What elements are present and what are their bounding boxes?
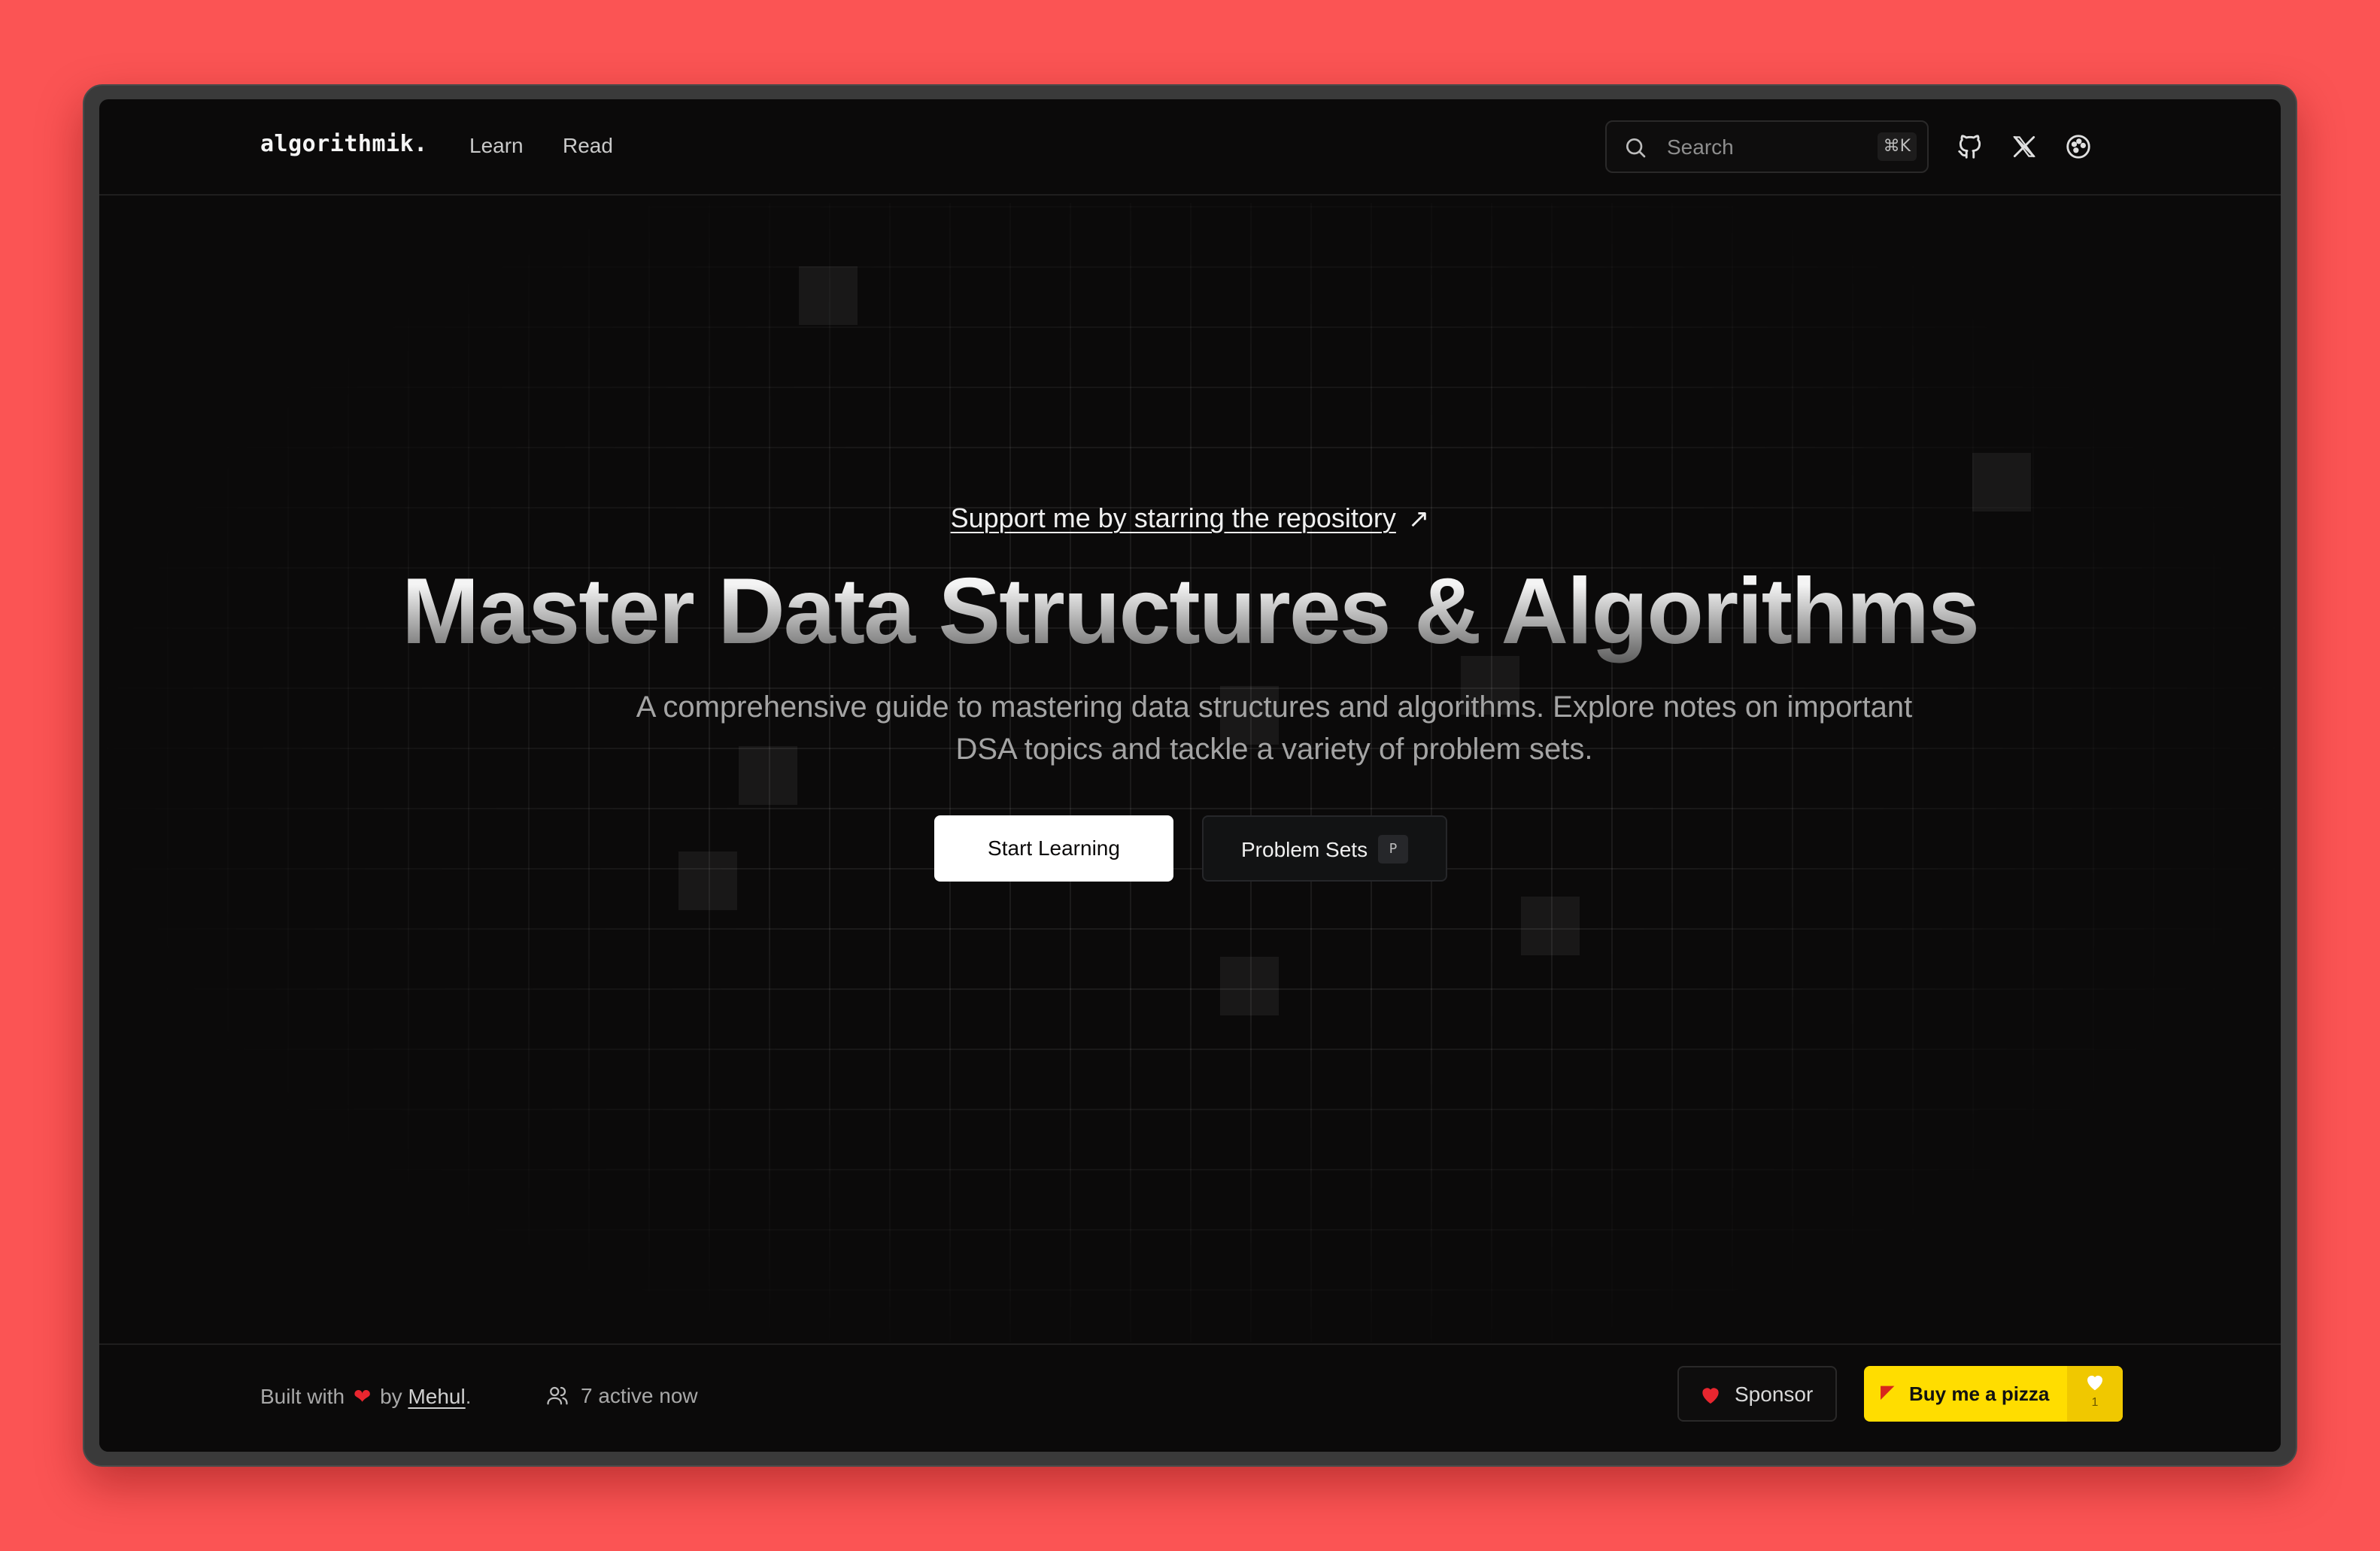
active-users: 7 active now [546, 1384, 698, 1408]
hero-title: Master Data Structures & Algorithms [99, 558, 2281, 665]
app-screen: algorithmik. Learn Read Search ⌘K Suppor… [99, 99, 2281, 1452]
browser-frame: algorithmik. Learn Read Search ⌘K Suppor… [83, 84, 2297, 1467]
start-learning-button[interactable]: Start Learning [934, 815, 1173, 882]
nav-link-learn[interactable]: Learn [469, 134, 524, 158]
support-repo-link[interactable]: Support me by starring the repository ↗ [99, 502, 2281, 534]
author-suffix: . [465, 1385, 472, 1408]
pizza-like-count: 1 [2091, 1396, 2099, 1409]
problem-sets-button[interactable]: Problem Sets P [1202, 815, 1447, 882]
problem-sets-label: Problem Sets [1241, 838, 1368, 861]
grid-highlight-cell [1220, 957, 1279, 1015]
grid-highlight-cell [799, 266, 858, 325]
sponsor-button[interactable]: Sponsor [1677, 1366, 1837, 1422]
heart-icon: ❤ [353, 1385, 372, 1408]
github-icon[interactable] [1956, 132, 1984, 161]
support-link-text: Support me by starring the repository [950, 502, 1396, 533]
buy-me-a-pizza-button[interactable]: ◤ Buy me a pizza 1 [1864, 1366, 2123, 1422]
grid-highlight-cell [1521, 897, 1580, 955]
built-by: by [380, 1385, 402, 1408]
problem-sets-shortcut-badge: P [1378, 835, 1408, 864]
external-arrow-icon: ↗ [1407, 505, 1430, 533]
nav-link-read[interactable]: Read [563, 134, 613, 158]
site-logo[interactable]: algorithmik. [260, 131, 428, 157]
top-nav: algorithmik. Learn Read Search ⌘K [99, 99, 2281, 196]
built-prefix: Built with [260, 1385, 345, 1408]
search-shortcut-badge: ⌘K [1877, 132, 1917, 161]
search-input[interactable]: Search ⌘K [1605, 120, 1929, 173]
pizza-like-counter[interactable]: 1 [2067, 1366, 2123, 1422]
search-placeholder: Search [1667, 135, 1734, 159]
grid-background [99, 203, 2281, 1342]
sponsor-label: Sponsor [1735, 1383, 1814, 1406]
grid-highlight-cell [678, 851, 737, 910]
users-icon [547, 1386, 568, 1405]
heart-icon [2087, 1375, 2102, 1391]
author-link[interactable]: Mehul [408, 1385, 465, 1408]
palette-icon[interactable] [2064, 132, 2093, 161]
built-with-credit: Built with ❤ by Mehul. [260, 1384, 471, 1409]
hero-subtitle: A comprehensive guide to mastering data … [636, 691, 1913, 766]
active-users-count: 7 active now [581, 1384, 698, 1407]
heart-icon [1702, 1388, 1719, 1404]
pizza-icon: ◤ [1881, 1382, 1895, 1402]
x-twitter-icon[interactable] [2010, 132, 2038, 161]
search-icon [1626, 138, 1646, 158]
pizza-label: Buy me a pizza [1909, 1383, 2050, 1405]
footer: Built with ❤ by Mehul. 7 active now Spon… [99, 1343, 2281, 1452]
